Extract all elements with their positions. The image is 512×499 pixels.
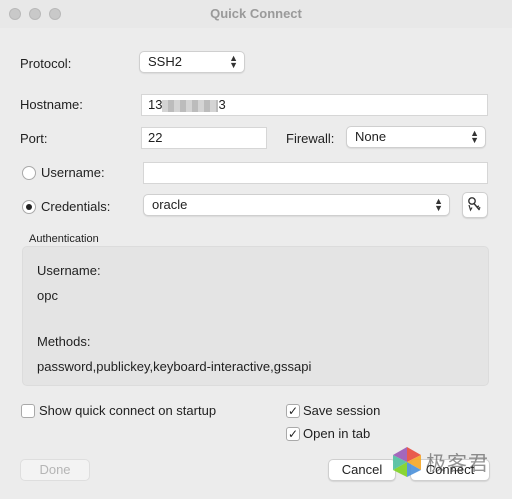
cancel-button[interactable]: Cancel <box>328 459 396 481</box>
show-on-startup-checkbox[interactable] <box>21 404 35 418</box>
credentials-value: oracle <box>152 197 188 212</box>
firewall-label: Firewall: <box>286 131 335 146</box>
protocol-select[interactable]: SSH2 ▲ ▼ <box>139 51 245 73</box>
watermark-logo-icon <box>393 447 421 477</box>
protocol-value: SSH2 <box>148 54 182 69</box>
port-input[interactable]: 22 <box>141 127 267 149</box>
hostname-text-prefix: 13 <box>148 97 163 112</box>
username-radio[interactable] <box>22 166 36 180</box>
hostname-label: Hostname: <box>20 97 83 112</box>
firewall-select[interactable]: None ▲ ▼ <box>346 126 486 148</box>
redacted-region <box>162 99 219 112</box>
checkmark-icon: ✓ <box>287 427 299 441</box>
save-session-label: Save session <box>303 403 381 418</box>
auth-methods-value: password,publickey,keyboard-interactive,… <box>37 359 312 374</box>
port-value: 22 <box>148 130 163 145</box>
authentication-section-label: Authentication <box>29 233 99 245</box>
up-down-chevron-icon: ▲ ▼ <box>470 128 479 145</box>
checkmark-icon: ✓ <box>287 404 299 418</box>
auth-username-value: opc <box>37 288 58 303</box>
key-manager-button[interactable] <box>462 192 488 218</box>
hostname-input[interactable]: 13 3 <box>141 94 488 116</box>
up-down-chevron-icon: ▲ ▼ <box>229 53 238 70</box>
window-title: Quick Connect <box>210 6 302 21</box>
done-button[interactable]: Done <box>20 459 90 481</box>
watermark-text: 极客君 <box>426 451 489 475</box>
show-on-startup-label: Show quick connect on startup <box>39 403 217 418</box>
open-in-tab-label: Open in tab <box>303 426 371 441</box>
key-manager-icon <box>468 197 481 212</box>
username-radio-label: Username: <box>41 165 105 180</box>
hostname-text-suffix: 3 <box>218 97 226 112</box>
credentials-select[interactable]: oracle ▲ ▼ <box>143 194 450 216</box>
auth-username-label: Username: <box>37 263 101 278</box>
port-label: Port: <box>20 131 48 146</box>
firewall-value: None <box>355 129 387 144</box>
up-down-chevron-icon: ▲ ▼ <box>434 196 443 213</box>
save-session-checkbox[interactable]: ✓ <box>286 404 300 418</box>
auth-methods-label: Methods: <box>37 334 91 349</box>
open-in-tab-checkbox[interactable]: ✓ <box>286 427 300 441</box>
credentials-radio-label: Credentials: <box>41 199 111 214</box>
protocol-label: Protocol: <box>20 56 72 71</box>
credentials-radio[interactable] <box>22 200 36 214</box>
username-input[interactable] <box>143 162 488 184</box>
